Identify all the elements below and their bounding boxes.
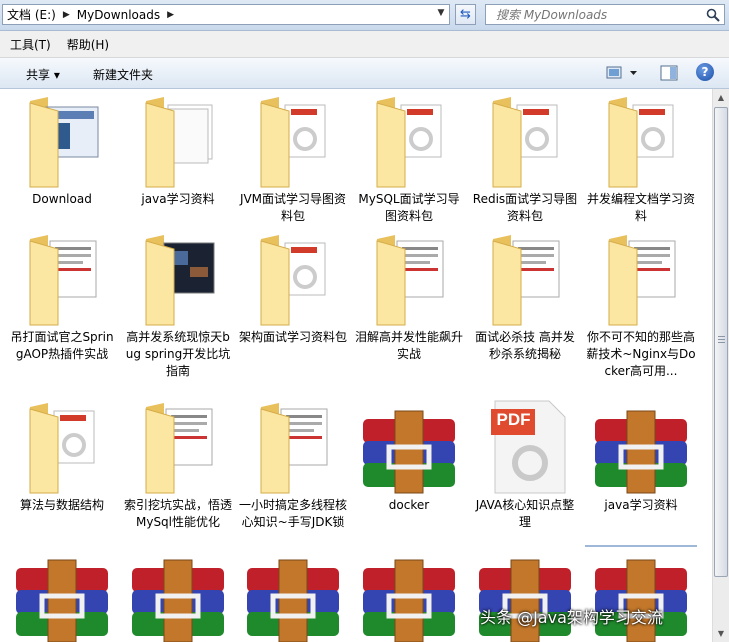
folder-icon (12, 397, 112, 497)
help-icon[interactable]: ? (696, 63, 714, 81)
folder-icon (475, 91, 575, 191)
file-label: 架构面试学习资料包 (238, 330, 347, 344)
menu-tools[interactable]: 工具(T) (0, 36, 57, 53)
winrar-archive-icon (12, 546, 112, 642)
folder-icon (591, 91, 691, 191)
file-list: Download java学习资料 JVM面试学习导图资料包 MySQL面试学习… (0, 89, 712, 642)
file-label: JAVA核心知识点整理 (475, 498, 575, 529)
file-label: 高并发系统现惊天bug spring开发比坑指南 (125, 330, 231, 378)
file-label: 算法与数据结构 (19, 498, 104, 512)
breadcrumb[interactable]: 文档 (E:) ▶ MyDownloads ▶ ▼ (2, 4, 450, 25)
chevron-right-icon[interactable]: ▶ (60, 10, 73, 20)
winrar-archive-icon (128, 546, 228, 642)
menu-bar: 工具(T) 帮助(H) (0, 31, 729, 58)
winrar-archive-icon (359, 546, 459, 642)
breadcrumb-folder[interactable]: MyDownloads (73, 8, 164, 22)
pdf-badge: PDF (496, 410, 531, 429)
folder-icon (128, 91, 228, 191)
winrar-archive-icon (243, 546, 343, 642)
search-icon[interactable] (706, 8, 720, 22)
winrar-archive-icon (591, 397, 691, 497)
new-folder-button[interactable]: 新建文件夹 (93, 66, 153, 83)
folder-icon (12, 229, 112, 329)
vertical-scrollbar[interactable]: ▲ ▼ (712, 89, 729, 642)
file-label: MySQL面试学习导图资料包 (358, 192, 460, 223)
file-label: JVM面试学习导图资料包 (239, 192, 347, 223)
folder-icon (359, 229, 459, 329)
folder-icon (128, 397, 228, 497)
preview-pane-icon[interactable] (660, 64, 678, 82)
folder-icon (243, 397, 343, 497)
folder-icon (243, 91, 343, 191)
refresh-button[interactable]: ⇆ (455, 4, 476, 25)
search-input[interactable] (494, 7, 698, 23)
share-button[interactable]: 共享 ▾ (26, 66, 60, 83)
file-label: Redis面试学习导图资料包 (472, 192, 578, 223)
grip-icon (718, 336, 725, 344)
address-bar: 文档 (E:) ▶ MyDownloads ▶ ▼ ⇆ (0, 0, 729, 31)
scroll-up-arrow-icon[interactable]: ▲ (713, 89, 729, 106)
search-box[interactable] (485, 4, 725, 25)
chevron-down-icon[interactable]: ▼ (435, 8, 447, 21)
file-label: 你不可不知的那些高薪技术~Nginx与Docker高可用... (586, 330, 696, 378)
folder-icon (128, 229, 228, 329)
command-bar: 共享 ▾ 新建文件夹 ? (0, 58, 729, 89)
folder-icon (475, 229, 575, 329)
chevron-right-icon[interactable]: ▶ (164, 10, 177, 20)
winrar-archive-icon (359, 397, 459, 497)
file-label: 面试必杀技 高并发秒杀系统揭秘 (475, 330, 575, 361)
folder-icon (359, 91, 459, 191)
file-label: java学习资料 (604, 498, 678, 512)
scroll-thumb[interactable] (714, 107, 728, 577)
file-label: 一小时搞定多线程核心知识~手写JDK锁 (238, 498, 347, 529)
pdf-file-icon: PDF (475, 397, 575, 497)
file-label: 并发编程文档学习资料 (586, 192, 695, 223)
change-view-icon[interactable] (606, 65, 640, 81)
file-label: 泪解高并发性能飙升实战 (354, 330, 463, 361)
file-label: 吊打面试官之SpringAOP热插件实战 (10, 330, 114, 361)
file-label: Download (32, 192, 92, 206)
file-label: java学习资料 (141, 192, 215, 206)
folder-icon (591, 229, 691, 329)
file-label: docker (388, 498, 430, 512)
breadcrumb-drive[interactable]: 文档 (E:) (3, 6, 60, 23)
watermark: 头条 @Java架构学习交流 (480, 608, 663, 627)
menu-help[interactable]: 帮助(H) (57, 36, 115, 53)
folder-icon (243, 229, 343, 329)
scroll-down-arrow-icon[interactable]: ▼ (713, 625, 729, 642)
file-label: 索引挖坑实战，悟透MySql性能优化 (123, 498, 232, 529)
folder-icon (12, 91, 112, 191)
